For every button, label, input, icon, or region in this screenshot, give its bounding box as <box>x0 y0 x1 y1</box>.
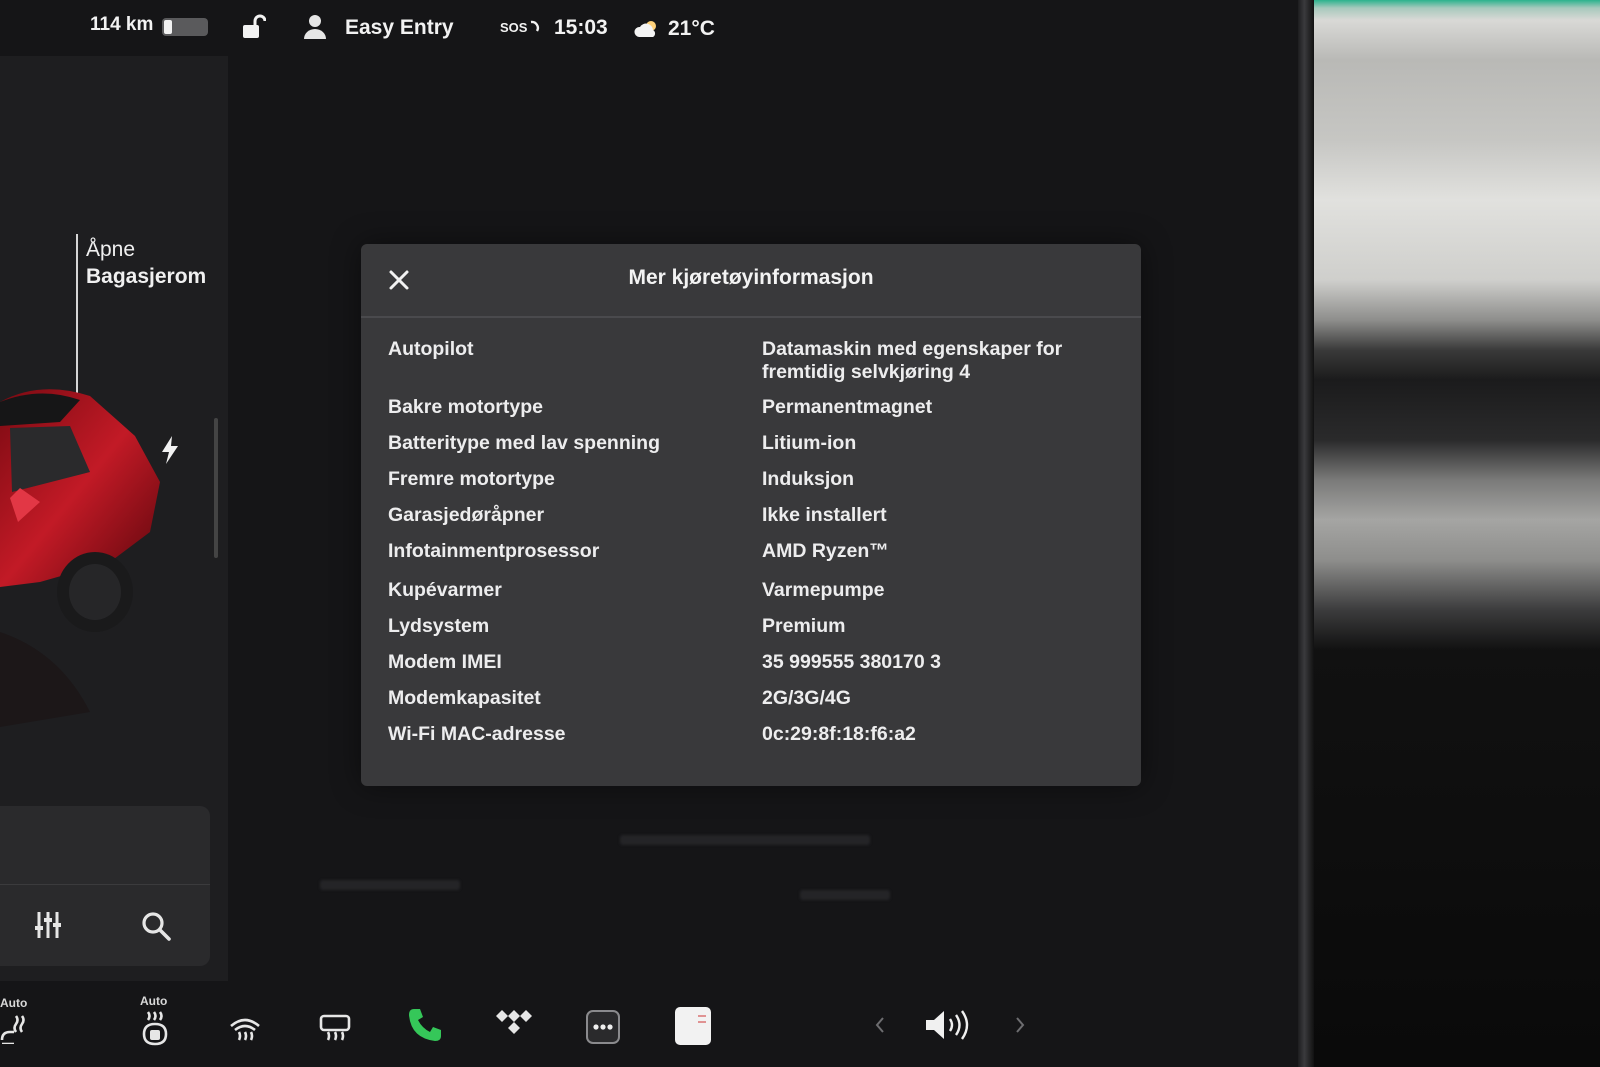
clock: 15:03 <box>554 16 608 39</box>
info-label: Batteritype med lav spenning <box>388 432 660 454</box>
info-row: Kupévarmer Varmepumpe <box>388 579 1108 615</box>
info-row: Batteritype med lav spenning Litium-ion <box>388 432 1108 468</box>
info-value: 35 999555 380170 3 <box>762 651 941 673</box>
info-value: Ikke installert <box>762 504 887 526</box>
info-row: Wi-Fi MAC-adresse 0c:29:8f:18:f6:a2 <box>388 723 1108 759</box>
background-row <box>320 880 460 890</box>
info-value: AMD Ryzen™ <box>762 540 889 562</box>
info-row: Modem IMEI 35 999555 380170 3 <box>388 651 1108 687</box>
seat-heater-right-icon[interactable] <box>140 1010 170 1051</box>
person-icon[interactable] <box>303 14 327 40</box>
info-label: Kupévarmer <box>388 579 502 601</box>
info-value: Induksjon <box>762 468 855 490</box>
panel-scrollbar[interactable] <box>214 418 218 558</box>
cloud-sun-icon <box>634 20 660 38</box>
dialog-header: Mer kjøretøyinformasjon <box>361 244 1141 318</box>
outside-temperature: 21°C <box>668 17 715 40</box>
info-label: Autopilot <box>388 338 474 360</box>
info-label: Lydsystem <box>388 615 490 637</box>
bottom-dock <box>0 984 1300 1067</box>
phone-icon[interactable] <box>406 1006 444 1049</box>
front-defrost-icon[interactable] <box>318 1012 352 1047</box>
sos-label: SOS <box>500 20 528 35</box>
info-label: Modemkapasitet <box>388 687 541 709</box>
info-label: Modem IMEI <box>388 651 502 673</box>
info-value: Datamaskin med egenskaper for fremtidig … <box>762 338 1063 383</box>
info-row: Garasjedøråpner Ikke installert <box>388 504 1108 540</box>
info-row: Autopilot Datamaskin med egenskaper for … <box>388 338 1108 396</box>
dashboard-background <box>1314 0 1600 1067</box>
info-label: Fremre motortype <box>388 468 555 490</box>
info-label: Infotainmentprosessor <box>388 540 600 562</box>
more-icon[interactable] <box>586 1010 620 1049</box>
info-row: Modemkapasitet 2G/3G/4G <box>388 687 1108 723</box>
info-row: Lydsystem Premium <box>388 615 1108 651</box>
battery-icon <box>162 18 208 36</box>
screen-bezel <box>1298 0 1314 1067</box>
chevron-left-icon[interactable] <box>874 1016 886 1039</box>
info-value: Permanentmagnet <box>762 396 933 418</box>
sos-icon[interactable]: SOS <box>500 20 542 35</box>
driver-profile-name[interactable]: Easy Entry <box>345 16 454 40</box>
tidal-icon[interactable] <box>494 1008 534 1043</box>
media-player-card[interactable] <box>0 806 210 966</box>
info-value: 0c:29:8f:18:f6:a2 <box>762 723 916 745</box>
vehicle-info-table: Autopilot Datamaskin med egenskaper for … <box>388 338 1108 759</box>
info-value: 2G/3G/4G <box>762 687 851 709</box>
trunk-callout-line <box>76 234 78 397</box>
background-profile-label <box>880 90 885 112</box>
status-bar: 114 km Easy Entry SOS 15:03 21°C <box>0 0 1300 56</box>
seat-heater-left-mode: Auto <box>0 996 28 1010</box>
charge-port-icon[interactable] <box>160 436 180 464</box>
info-label: Garasjedøråpner <box>388 504 545 526</box>
seat-heater-left-icon[interactable] <box>0 1010 28 1049</box>
info-row: Infotainmentprosessor AMD Ryzen™ <box>388 540 1108 579</box>
info-value: Varmepumpe <box>762 579 885 601</box>
equalizer-icon[interactable] <box>34 910 66 940</box>
search-icon[interactable] <box>140 910 172 942</box>
volume-icon[interactable] <box>924 1008 970 1047</box>
vehicle-info-dialog: Mer kjøretøyinformasjon Autopilot Datama… <box>361 244 1141 786</box>
info-label: Wi-Fi MAC-adresse <box>388 723 566 745</box>
chevron-right-icon[interactable] <box>1014 1016 1026 1039</box>
info-label: Bakre motortype <box>388 396 543 418</box>
rear-defrost-icon[interactable] <box>228 1012 262 1047</box>
notes-icon[interactable] <box>674 1006 712 1051</box>
seat-heater-right-mode: Auto <box>140 994 168 1008</box>
background-row <box>620 835 870 845</box>
media-divider <box>0 884 210 885</box>
trunk-action-target: Bagasjerom <box>86 265 207 288</box>
info-value: Litium-ion <box>762 432 857 454</box>
open-trunk-button[interactable]: Åpne Bagasjerom <box>86 236 206 290</box>
info-value: Premium <box>762 615 846 637</box>
info-row: Bakre motortype Permanentmagnet <box>388 396 1108 432</box>
info-row: Fremre motortype Induksjon <box>388 468 1108 504</box>
trunk-action-verb: Åpne <box>86 238 136 261</box>
dialog-title: Mer kjøretøyinformasjon <box>628 266 874 289</box>
range-readout: 114 km <box>90 14 154 35</box>
vehicle-image[interactable] <box>0 382 165 742</box>
lock-open-icon[interactable] <box>240 14 267 40</box>
background-row <box>800 890 890 900</box>
